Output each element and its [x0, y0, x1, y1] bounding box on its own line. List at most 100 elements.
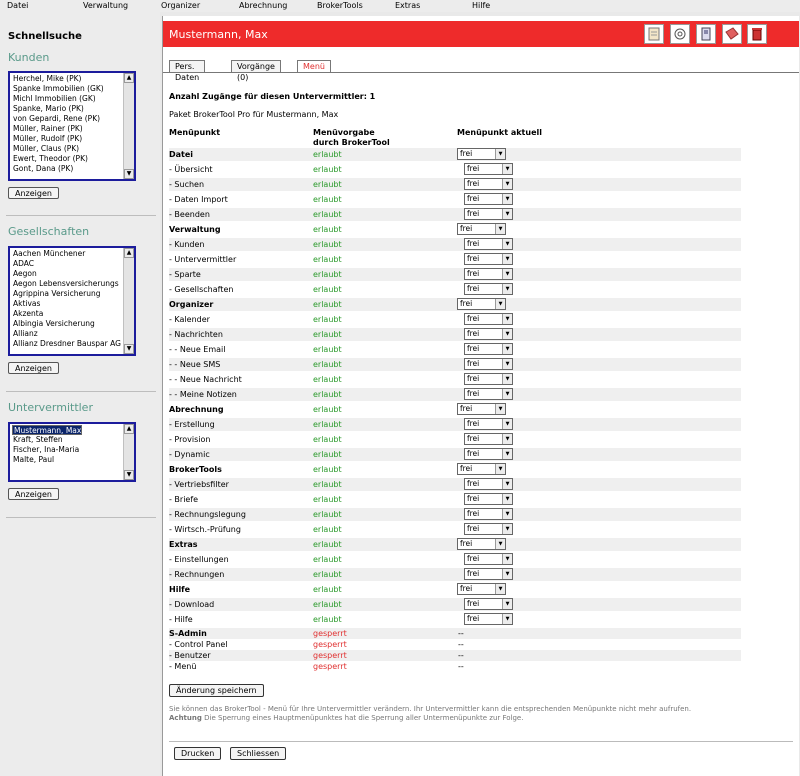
- current-status-select[interactable]: frei ▼: [464, 493, 513, 505]
- list-item[interactable]: Müller, Rudolf (PK): [12, 134, 122, 144]
- list-item[interactable]: Müller, Rainer (PK): [12, 124, 122, 134]
- chevron-down-icon[interactable]: ▼: [495, 149, 505, 159]
- list-item[interactable]: Aegon Lebensversicherungs: [12, 279, 122, 289]
- list-item[interactable]: Müller, Claus (PK): [12, 144, 122, 154]
- chevron-down-icon[interactable]: ▼: [495, 404, 505, 414]
- list-item[interactable]: Aachen Münchener: [12, 249, 122, 259]
- chevron-down-icon[interactable]: ▼: [502, 449, 512, 459]
- current-status-select[interactable]: frei ▼: [464, 358, 513, 370]
- scroll-up-icon[interactable]: ▲: [124, 424, 134, 434]
- list-item[interactable]: Akzenta: [12, 309, 122, 319]
- current-status-select[interactable]: frei ▼: [464, 418, 513, 430]
- chevron-down-icon[interactable]: ▼: [502, 569, 512, 579]
- current-status-select[interactable]: frei ▼: [457, 583, 506, 595]
- chevron-down-icon[interactable]: ▼: [502, 239, 512, 249]
- chevron-down-icon[interactable]: ▼: [502, 254, 512, 264]
- list-item[interactable]: Michl Immobilien (GK): [12, 94, 122, 104]
- current-status-select[interactable]: frei ▼: [457, 538, 506, 550]
- menu-datei[interactable]: Datei: [7, 1, 28, 10]
- list-item[interactable]: Herchel, Mike (PK): [12, 74, 122, 84]
- tab-0[interactable]: Pers. Daten: [169, 60, 206, 82]
- current-status-select[interactable]: frei ▼: [464, 163, 513, 175]
- chevron-down-icon[interactable]: ▼: [495, 299, 505, 309]
- current-status-select[interactable]: frei ▼: [464, 238, 513, 250]
- current-status-select[interactable]: frei ▼: [464, 343, 513, 355]
- list-item[interactable]: Gont, Dana (PK): [12, 164, 122, 174]
- trash-icon[interactable]: [747, 24, 767, 44]
- current-status-select[interactable]: frei ▼: [464, 328, 513, 340]
- current-status-select[interactable]: frei ▼: [464, 613, 513, 625]
- chevron-down-icon[interactable]: ▼: [502, 389, 512, 399]
- scroll-up-icon[interactable]: ▲: [124, 248, 134, 258]
- chevron-down-icon[interactable]: ▼: [502, 269, 512, 279]
- chevron-down-icon[interactable]: ▼: [495, 584, 505, 594]
- list-item[interactable]: Mustermann, Max: [12, 425, 83, 435]
- current-status-select[interactable]: frei ▼: [464, 268, 513, 280]
- menu-verwaltung[interactable]: Verwaltung: [83, 1, 128, 10]
- chevron-down-icon[interactable]: ▼: [502, 419, 512, 429]
- current-status-select[interactable]: frei ▼: [464, 283, 513, 295]
- current-status-select[interactable]: frei ▼: [464, 433, 513, 445]
- chevron-down-icon[interactable]: ▼: [502, 209, 512, 219]
- current-status-select[interactable]: frei ▼: [464, 568, 513, 580]
- current-status-select[interactable]: frei ▼: [464, 178, 513, 190]
- scroll-down-icon[interactable]: ▼: [124, 470, 134, 480]
- current-status-select[interactable]: frei ▼: [464, 523, 513, 535]
- customers-list[interactable]: Herchel, Mike (PK) Spanke Immobilien (GK)…: [8, 71, 136, 181]
- scrollbar[interactable]: ▲ ▼: [123, 248, 134, 354]
- list-item[interactable]: Allianz: [12, 329, 122, 339]
- chevron-down-icon[interactable]: ▼: [502, 599, 512, 609]
- close-button[interactable]: Schliessen: [230, 747, 287, 760]
- menu-organizer[interactable]: Organizer: [161, 1, 200, 10]
- list-item[interactable]: Aegon: [12, 269, 122, 279]
- current-status-select[interactable]: frei ▼: [464, 253, 513, 265]
- current-status-select[interactable]: frei ▼: [464, 478, 513, 490]
- current-status-select[interactable]: frei ▼: [464, 208, 513, 220]
- current-status-select[interactable]: frei ▼: [457, 298, 506, 310]
- save-changes-button[interactable]: Änderung speichern: [169, 684, 264, 697]
- chevron-down-icon[interactable]: ▼: [502, 329, 512, 339]
- chevron-down-icon[interactable]: ▼: [502, 509, 512, 519]
- scrollbar[interactable]: ▲ ▼: [123, 73, 134, 179]
- current-status-select[interactable]: frei ▼: [464, 373, 513, 385]
- companies-show-button[interactable]: Anzeigen: [8, 362, 59, 374]
- current-status-select[interactable]: frei ▼: [464, 193, 513, 205]
- chevron-down-icon[interactable]: ▼: [502, 179, 512, 189]
- chevron-down-icon[interactable]: ▼: [502, 359, 512, 369]
- menu-abrechnung[interactable]: Abrechnung: [239, 1, 287, 10]
- phone-icon[interactable]: [696, 24, 716, 44]
- tab-1[interactable]: Vorgänge (0): [231, 60, 281, 82]
- list-item[interactable]: Spanke, Mario (PK): [12, 104, 122, 114]
- sub-agents-list[interactable]: Mustermann, MaxMüller, AngelikaKraft, St…: [8, 422, 136, 482]
- current-status-select[interactable]: frei ▼: [464, 448, 513, 460]
- chevron-down-icon[interactable]: ▼: [502, 164, 512, 174]
- current-status-select[interactable]: frei ▼: [464, 598, 513, 610]
- chevron-down-icon[interactable]: ▼: [502, 374, 512, 384]
- current-status-select[interactable]: frei ▼: [464, 508, 513, 520]
- current-status-select[interactable]: frei ▼: [464, 313, 513, 325]
- chevron-down-icon[interactable]: ▼: [495, 224, 505, 234]
- chevron-down-icon[interactable]: ▼: [502, 434, 512, 444]
- print-button[interactable]: Drucken: [174, 747, 222, 760]
- list-item[interactable]: Spanke Immobilien (GK): [12, 84, 122, 94]
- list-item[interactable]: Albingia Versicherung: [12, 319, 122, 329]
- list-item[interactable]: Kraft, Steffen: [12, 435, 122, 445]
- list-item[interactable]: ADAC: [12, 259, 122, 269]
- current-status-select[interactable]: frei ▼: [457, 223, 506, 235]
- chevron-down-icon[interactable]: ▼: [502, 524, 512, 534]
- list-item[interactable]: von Gepardi, Rene (PK): [12, 114, 122, 124]
- chevron-down-icon[interactable]: ▼: [502, 554, 512, 564]
- chevron-down-icon[interactable]: ▼: [502, 314, 512, 324]
- tab-2[interactable]: Menü: [297, 60, 331, 72]
- chevron-down-icon[interactable]: ▼: [495, 539, 505, 549]
- current-status-select[interactable]: frei ▼: [457, 463, 506, 475]
- chevron-down-icon[interactable]: ▼: [502, 614, 512, 624]
- scroll-down-icon[interactable]: ▼: [124, 344, 134, 354]
- chevron-down-icon[interactable]: ▼: [502, 494, 512, 504]
- companies-list[interactable]: Aachen Münchener ADAC Aegon Aegon Lebensver…: [8, 246, 136, 356]
- email-icon[interactable]: [670, 24, 690, 44]
- scroll-down-icon[interactable]: ▼: [124, 169, 134, 179]
- chevron-down-icon[interactable]: ▼: [502, 344, 512, 354]
- list-item[interactable]: Ewert, Theodor (PK): [12, 154, 122, 164]
- current-status-select[interactable]: frei ▼: [464, 553, 513, 565]
